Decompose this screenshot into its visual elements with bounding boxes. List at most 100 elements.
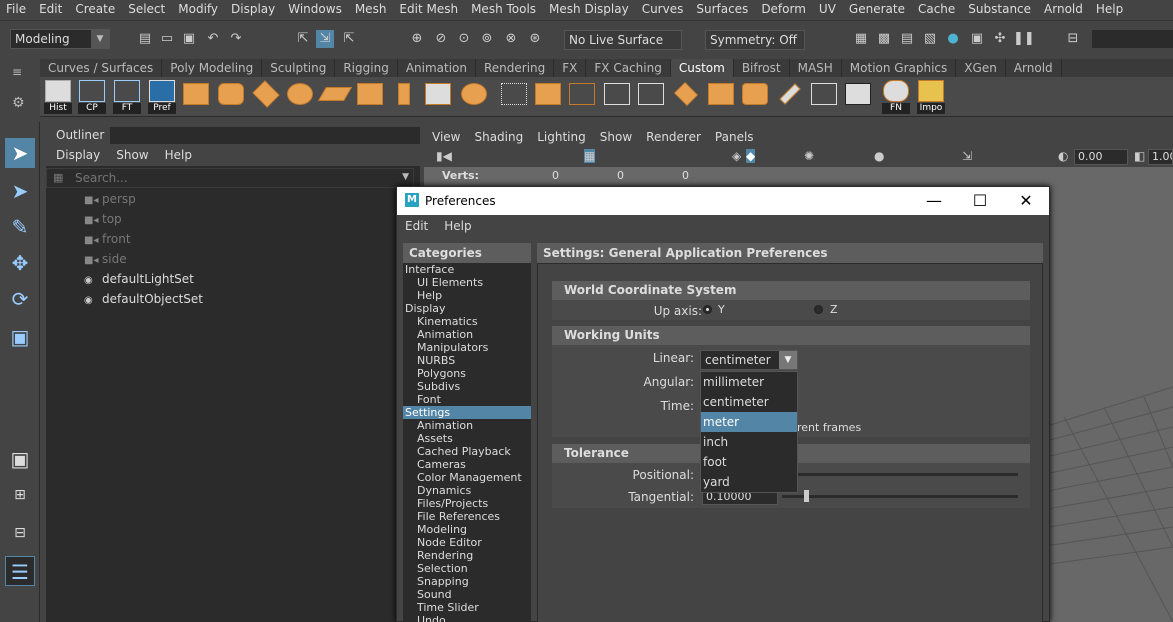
- outliner-item[interactable]: ◉ defaultObjectSet: [84, 290, 203, 308]
- isolate-select-icon[interactable]: ⇲: [962, 149, 972, 163]
- shelf-tab[interactable]: Sculpting: [262, 59, 336, 77]
- shelf-tab[interactable]: MASH: [790, 59, 842, 77]
- viewport-menu-panels[interactable]: Panels: [715, 130, 754, 144]
- close-icon[interactable]: ✕: [1003, 187, 1049, 215]
- sidebar-toggle-icon[interactable]: ⊟: [1064, 30, 1082, 48]
- category-item[interactable]: File References: [403, 510, 531, 523]
- snap-view-icon[interactable]: ⊚: [478, 30, 496, 48]
- category-item[interactable]: Kinematics: [403, 315, 531, 328]
- menu-item[interactable]: Windows: [288, 2, 342, 16]
- category-item[interactable]: Assets: [403, 432, 531, 445]
- redo-icon[interactable]: ↷: [227, 30, 245, 48]
- extrude-icon[interactable]: [390, 83, 418, 117]
- shelf-tab[interactable]: FX: [554, 59, 587, 77]
- grid-toggle-icon[interactable]: ▦: [584, 149, 596, 163]
- select-hierarchy-icon[interactable]: ⇱: [294, 30, 312, 48]
- menu-item[interactable]: Select: [128, 2, 165, 16]
- bridge-icon[interactable]: [568, 83, 596, 117]
- pause-viewport-icon[interactable]: ❚❚: [1013, 30, 1035, 48]
- smooth-icon[interactable]: [741, 83, 769, 117]
- shelf-tab[interactable]: Rigging: [335, 59, 398, 77]
- option-foot[interactable]: foot: [701, 452, 797, 472]
- lasso-tool-icon[interactable]: ➤: [5, 176, 35, 206]
- menu-item[interactable]: Surfaces: [696, 2, 748, 16]
- outliner-search-input[interactable]: [75, 170, 375, 186]
- outliner-item[interactable]: ■◂ side: [84, 250, 127, 268]
- select-tool-icon[interactable]: ➤: [5, 138, 35, 168]
- category-item[interactable]: Display: [403, 302, 531, 315]
- menu-item[interactable]: Deform: [761, 2, 806, 16]
- uv-checker-icon[interactable]: [844, 83, 872, 117]
- shelf-tab[interactable]: Custom: [670, 59, 734, 77]
- single-pane-layout-icon[interactable]: ▣: [5, 444, 35, 474]
- poly-plane-icon[interactable]: [317, 83, 353, 117]
- category-item[interactable]: Files/Projects: [403, 497, 531, 510]
- option-millimeter[interactable]: millimeter: [701, 372, 797, 392]
- maximize-icon[interactable]: ☐: [957, 187, 1003, 215]
- preferences-titlebar[interactable]: M Preferences — ☐ ✕: [397, 187, 1049, 215]
- category-item[interactable]: Cameras: [403, 458, 531, 471]
- category-item[interactable]: Sound: [403, 588, 531, 601]
- mode-selector[interactable]: Modeling ▼: [10, 29, 110, 49]
- menu-item[interactable]: UV: [819, 2, 836, 16]
- menu-item[interactable]: Arnold: [1044, 2, 1083, 16]
- viewport-menu-shading[interactable]: Shading: [474, 130, 523, 144]
- shelf-impo-button[interactable]: Impo: [917, 80, 945, 114]
- shelf-tab[interactable]: Curves / Surfaces: [40, 59, 163, 77]
- category-item[interactable]: Undo: [403, 614, 531, 622]
- shelf-settings-icon[interactable]: ⚙: [12, 95, 28, 111]
- open-scene-icon[interactable]: ▭: [158, 30, 176, 48]
- preferences-menu-help[interactable]: Help: [444, 219, 471, 233]
- tangential-slider[interactable]: [782, 490, 1018, 502]
- target-weld-icon[interactable]: [810, 83, 838, 117]
- outliner-filter-icon[interactable]: ▦: [53, 171, 63, 184]
- insert-edge-loop-icon[interactable]: [637, 83, 665, 117]
- select-camera-icon[interactable]: ▮◀: [436, 149, 452, 163]
- option-meter[interactable]: meter: [701, 412, 797, 432]
- outliner-item[interactable]: ■◂ top: [84, 210, 122, 228]
- gamma-icon[interactable]: ◧: [1134, 149, 1145, 163]
- category-item[interactable]: Settings: [403, 406, 531, 419]
- category-item[interactable]: Cached Playback: [403, 445, 531, 458]
- xray-icon[interactable]: ●: [874, 149, 884, 163]
- category-item[interactable]: Font: [403, 393, 531, 406]
- menu-item[interactable]: Cache: [918, 2, 955, 16]
- category-item[interactable]: Time Slider: [403, 601, 531, 614]
- category-item[interactable]: Polygons: [403, 367, 531, 380]
- category-item[interactable]: Node Editor: [403, 536, 531, 549]
- menu-item[interactable]: Mesh Tools: [471, 2, 536, 16]
- snap-point-icon[interactable]: ⊙: [455, 30, 473, 48]
- wireframe-icon[interactable]: ◈: [732, 149, 741, 163]
- category-item[interactable]: UI Elements: [403, 276, 531, 289]
- category-item[interactable]: Modeling: [403, 523, 531, 536]
- menu-item[interactable]: Substance: [968, 2, 1031, 16]
- outliner-layout-icon[interactable]: ☰: [5, 556, 35, 586]
- category-item[interactable]: Animation: [403, 328, 531, 341]
- poly-sphere-icon[interactable]: [460, 83, 488, 117]
- viewport-menu-view[interactable]: View: [432, 130, 460, 144]
- linear-unit-select[interactable]: centimeter ▼: [700, 350, 798, 370]
- ipr-render-icon[interactable]: ▤: [898, 30, 916, 48]
- symmetry-field[interactable]: Symmetry: Off: [705, 30, 805, 50]
- combine-icon[interactable]: [424, 83, 452, 117]
- category-item[interactable]: Rendering: [403, 549, 531, 562]
- outliner-menu-display[interactable]: Display: [56, 148, 100, 162]
- command-field[interactable]: [1092, 30, 1173, 48]
- menu-item[interactable]: Display: [231, 2, 275, 16]
- gamma-field[interactable]: 1.00: [1148, 149, 1173, 165]
- menu-item[interactable]: Edit: [39, 2, 62, 16]
- category-item[interactable]: Color Management: [403, 471, 531, 484]
- snap-surface-icon[interactable]: ⊗: [502, 30, 520, 48]
- mirror-icon[interactable]: [672, 82, 700, 117]
- category-item[interactable]: Animation: [403, 419, 531, 432]
- menu-item[interactable]: Mesh: [355, 2, 387, 16]
- category-item[interactable]: Manipulators: [403, 341, 531, 354]
- shelf-fn-button[interactable]: FN: [882, 80, 910, 114]
- poly-cube-icon[interactable]: [182, 83, 210, 117]
- shelf-tab[interactable]: Animation: [398, 59, 476, 77]
- poly-diamond-icon[interactable]: [252, 80, 280, 117]
- two-pane-layout-icon[interactable]: ⊟: [5, 518, 35, 548]
- world-coordinate-section-header[interactable]: World Coordinate System: [552, 281, 1030, 300]
- exposure-field[interactable]: 0.00: [1074, 149, 1128, 165]
- snap-curve-icon[interactable]: ⊘: [432, 30, 450, 48]
